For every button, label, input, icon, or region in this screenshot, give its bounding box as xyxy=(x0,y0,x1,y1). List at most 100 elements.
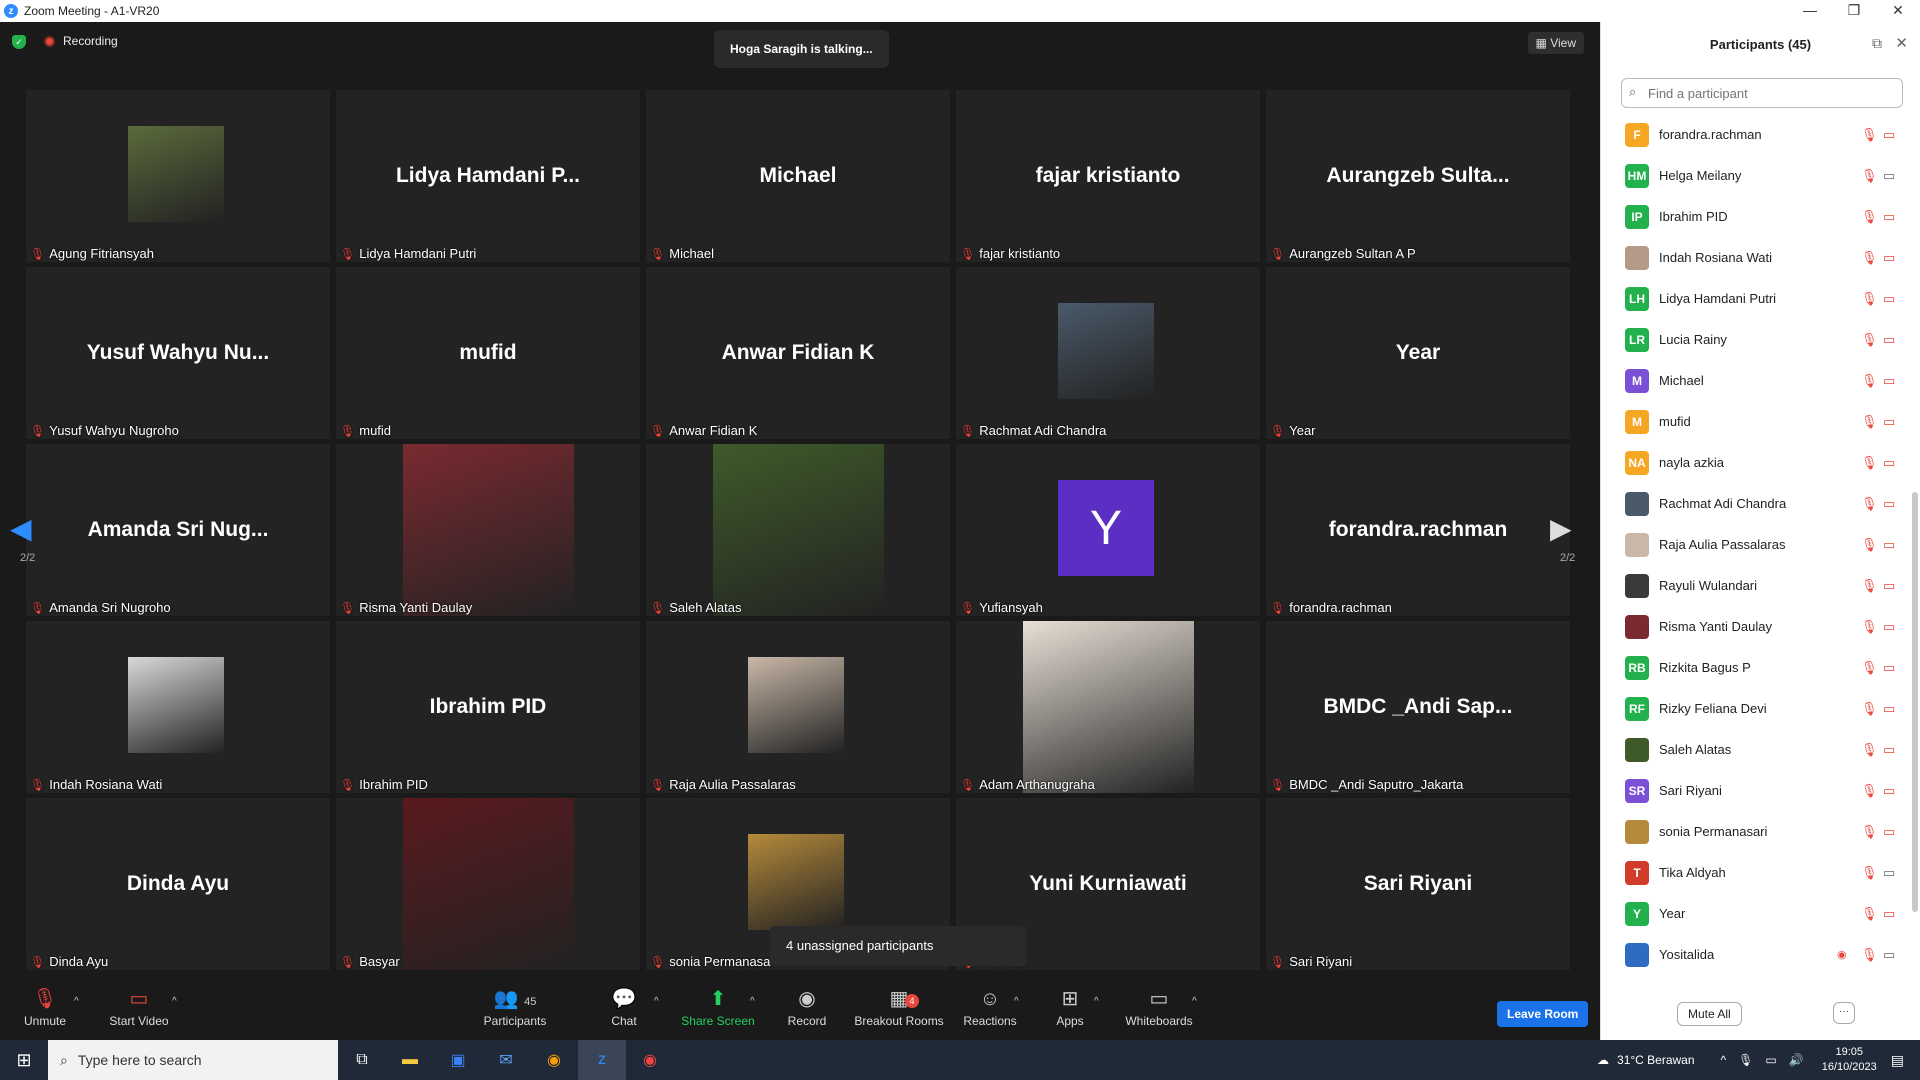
share-options-caret[interactable]: ^ xyxy=(750,996,755,1007)
participant-row[interactable]: sonia Permanasari 🎙 ▭ xyxy=(1601,811,1909,852)
participant-tile[interactable]: 🎙 Saleh Alatas xyxy=(646,444,950,616)
participant-tile[interactable]: fajar kristianto 🎙 fajar kristianto xyxy=(956,90,1260,262)
whiteboards-options-caret[interactable]: ^ xyxy=(1192,996,1197,1007)
participant-row[interactable]: RF Rizky Feliana Devi 🎙 ▭ xyxy=(1601,688,1909,729)
minimize-button[interactable]: — xyxy=(1788,0,1832,22)
page-indicator-left: 2/2 xyxy=(20,552,36,564)
participant-tile[interactable]: Anwar Fidian K 🎙 Anwar Fidian K xyxy=(646,267,950,439)
zoom-taskbar-icon[interactable]: z xyxy=(578,1040,626,1080)
audio-options-caret[interactable]: ^ xyxy=(74,996,79,1007)
participant-tile[interactable]: Sari Riyani 🎙 Sari Riyani xyxy=(1266,798,1570,970)
participant-tile[interactable]: BMDC _Andi Sap... 🎙 BMDC _Andi Saputro_Jak… xyxy=(1266,621,1570,793)
muted-mic-icon: 🎙 xyxy=(340,423,356,438)
participant-row[interactable]: M Michael 🎙 ▭ xyxy=(1601,360,1909,401)
participant-row[interactable]: T Tika Aldyah 🎙 ▭ xyxy=(1601,852,1909,893)
task-view-icon[interactable]: ⧉ xyxy=(338,1040,386,1080)
participant-row[interactable]: LR Lucia Rainy 🎙 ▭ xyxy=(1601,319,1909,360)
participant-tile[interactable]: Aurangzeb Sulta... 🎙 Aurangzeb Sultan A P xyxy=(1266,90,1570,262)
chat-label: Chat xyxy=(611,1014,637,1028)
share-screen-icon: ⬆ xyxy=(709,988,727,1010)
participant-tile[interactable]: Y 🎙 Yufiansyah xyxy=(956,444,1260,616)
participant-search-input[interactable] xyxy=(1621,78,1903,108)
maximize-button[interactable]: ❐ xyxy=(1832,0,1876,22)
participant-tile[interactable]: Ibrahim PID 🎙 Ibrahim PID xyxy=(336,621,640,793)
share-screen-button[interactable]: ⬆ Share Screen xyxy=(680,984,756,1040)
tray-chevron-icon[interactable]: ^ xyxy=(1721,1053,1727,1067)
next-page-arrow-icon[interactable]: ▶ xyxy=(1550,512,1572,545)
close-window-button[interactable]: ✕ xyxy=(1876,0,1920,22)
participant-row[interactable]: Fforandra.rachman 🎙 ▭ xyxy=(1601,114,1909,155)
participant-row[interactable]: HM Helga Meilany 🎙 ▭ xyxy=(1601,155,1909,196)
notification-icon[interactable]: ▤ xyxy=(1891,1052,1904,1069)
reactions-options-caret[interactable]: ^ xyxy=(1014,996,1019,1007)
mute-all-button[interactable]: Mute All xyxy=(1677,1002,1742,1026)
reactions-button[interactable]: ☺ Reactions xyxy=(962,984,1018,1040)
apps-button[interactable]: ⊞ Apps xyxy=(1054,984,1086,1040)
chrome-icon[interactable]: ◉ xyxy=(530,1040,578,1080)
taskbar-search-box[interactable]: ⌕ Type here to search xyxy=(48,1040,338,1080)
participants-button[interactable]: 👥 45 Participants xyxy=(480,984,550,1040)
breakout-rooms-button[interactable]: ▦ Breakout Rooms xyxy=(852,984,946,1040)
participant-row[interactable]: SR Sari Riyani 🎙 ▭ xyxy=(1601,770,1909,811)
store-icon[interactable]: ▣ xyxy=(434,1040,482,1080)
camera-off-icon: ▭ xyxy=(1883,454,1896,470)
participant-tile[interactable]: Lidya Hamdani P... 🎙 Lidya Hamdani Putri xyxy=(336,90,640,262)
taskbar-clock[interactable]: 19:05 16/10/2023 xyxy=(1822,1045,1877,1075)
participant-list-scrollbar[interactable] xyxy=(1912,492,1918,912)
participant-tile[interactable]: 🎙 Raja Aulia Passalaras xyxy=(646,621,950,793)
participant-row[interactable]: Risma Yanti Daulay 🎙 ▭ xyxy=(1601,606,1909,647)
participant-tile[interactable]: Michael 🎙 Michael xyxy=(646,90,950,262)
mail-icon[interactable]: ✉ xyxy=(482,1040,530,1080)
participant-row[interactable]: Yositalida ◉ 🎙 ▭ xyxy=(1601,934,1909,975)
apps-options-caret[interactable]: ^ xyxy=(1094,996,1099,1007)
participant-avatar xyxy=(1625,532,1649,557)
view-button[interactable]: ▦ View xyxy=(1527,32,1584,54)
participant-tile[interactable]: mufid 🎙 mufid xyxy=(336,267,640,439)
close-panel-icon[interactable]: ✕ xyxy=(1895,34,1908,52)
participant-tile[interactable]: Dinda Ayu 🎙 Dinda Ayu xyxy=(26,798,330,970)
start-video-button[interactable]: ▭ Start Video xyxy=(106,984,172,1040)
chat-options-caret[interactable]: ^ xyxy=(654,996,659,1007)
participant-row[interactable]: Y Year 🎙 ▭ xyxy=(1601,893,1909,934)
participant-tile[interactable]: Yusuf Wahyu Nu... 🎙 Yusuf Wahyu Nugroho xyxy=(26,267,330,439)
participant-tile[interactable]: 🎙 Basyar xyxy=(336,798,640,970)
leave-room-button[interactable]: Leave Room xyxy=(1497,1001,1589,1027)
participant-row[interactable]: IP Ibrahim PID 🎙 ▭ xyxy=(1601,196,1909,237)
participant-tile[interactable]: Year 🎙 Year xyxy=(1266,267,1570,439)
participant-tile[interactable]: 🎙 Indah Rosiana Wati xyxy=(26,621,330,793)
chat-button[interactable]: 💬 Chat xyxy=(606,984,642,1040)
chrome-profile-icon[interactable]: ◉ xyxy=(626,1040,674,1080)
security-shield-icon[interactable]: ✓ xyxy=(12,35,26,49)
participant-row[interactable]: Saleh Alatas 🎙 ▭ xyxy=(1601,729,1909,770)
participant-tile[interactable]: 🎙 Adam Arthanugraha xyxy=(956,621,1260,793)
participant-tile[interactable]: 🎙 Agung Fitriansyah xyxy=(26,90,330,262)
tray-volume-icon[interactable]: 🔊 xyxy=(1789,1053,1804,1067)
previous-page-arrow-icon[interactable]: ◀ xyxy=(10,512,32,545)
participant-row[interactable]: Mmufid 🎙 ▭ xyxy=(1601,401,1909,442)
participant-row[interactable]: Raja Aulia Passalaras 🎙 ▭ xyxy=(1601,524,1909,565)
participant-name-label: 🎙 Raja Aulia Passalaras xyxy=(650,777,796,792)
whiteboards-button[interactable]: ▭ Whiteboards xyxy=(1124,984,1194,1040)
participant-tile[interactable]: 🎙 Rachmat Adi Chandra xyxy=(956,267,1260,439)
recording-indicator[interactable]: Recording xyxy=(44,34,118,48)
more-options-button[interactable]: ··· xyxy=(1833,1002,1855,1024)
active-speaker-banner: Hoga Saragih is talking... xyxy=(714,30,889,68)
participant-row[interactable]: Indah Rosiana Wati 🎙 ▭ xyxy=(1601,237,1909,278)
participant-row[interactable]: NA nayla azkia 🎙 ▭ xyxy=(1601,442,1909,483)
participant-name: forandra.rachman xyxy=(1289,600,1392,615)
participant-row[interactable]: Rachmat Adi Chandra 🎙 ▭ xyxy=(1601,483,1909,524)
participant-row[interactable]: RB Rizkita Bagus P 🎙 ▭ xyxy=(1601,647,1909,688)
file-explorer-icon[interactable]: ▬ xyxy=(386,1040,434,1080)
windows-start-icon[interactable]: ⊞ xyxy=(0,1040,48,1080)
tray-network-icon[interactable]: ▭ xyxy=(1765,1053,1776,1067)
record-button[interactable]: ◉ Record xyxy=(786,984,828,1040)
unmute-button[interactable]: 🎙 Unmute xyxy=(18,984,72,1040)
participant-row[interactable]: Rayuli Wulandari 🎙 ▭ xyxy=(1601,565,1909,606)
participant-name: Basyar xyxy=(359,954,400,969)
video-options-caret[interactable]: ^ xyxy=(172,996,177,1007)
participant-tile[interactable]: forandra.rachman 🎙 forandra.rachman xyxy=(1266,444,1570,616)
popout-icon[interactable]: ⧉ xyxy=(1872,35,1882,52)
participant-row[interactable]: LH Lidya Hamdani Putri 🎙 ▭ xyxy=(1601,278,1909,319)
participant-tile[interactable]: 🎙 Risma Yanti Daulay xyxy=(336,444,640,616)
participant-tile[interactable]: Amanda Sri Nug... 🎙 Amanda Sri Nugroho xyxy=(26,444,330,616)
